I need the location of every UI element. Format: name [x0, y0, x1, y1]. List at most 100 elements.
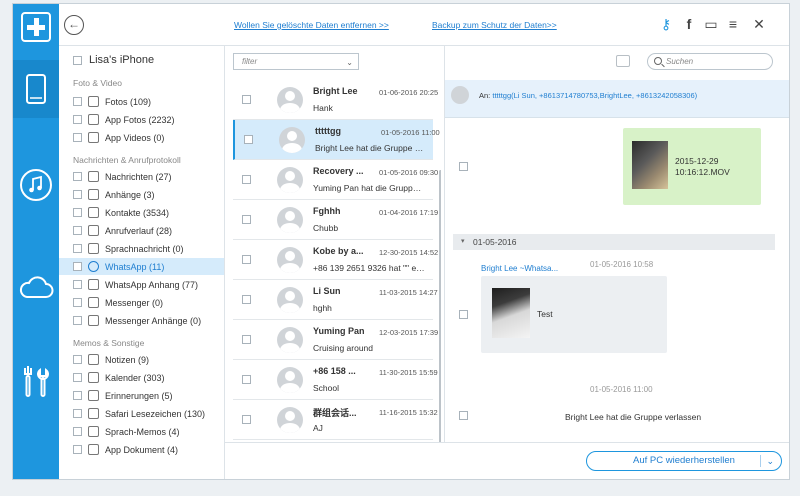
checkbox[interactable] — [73, 133, 82, 142]
tree-item-calendar[interactable]: Kalender (303) — [59, 369, 224, 386]
conversation-row[interactable]: Fghhh 01-04-2016 17:19 Chubb — [233, 200, 438, 240]
row-checkbox[interactable] — [242, 375, 251, 384]
checkbox[interactable] — [73, 97, 82, 106]
tree-item-whatsapp-attachments[interactable]: WhatsApp Anhang (77) — [59, 276, 224, 293]
menu-icon[interactable]: ≡ — [724, 15, 742, 33]
image-thumbnail[interactable] — [492, 288, 530, 338]
tree-item-call-history[interactable]: Anrufverlauf (28) — [59, 222, 224, 239]
checkbox[interactable] — [73, 280, 82, 289]
app-window: ← Wollen Sie gelöschte Daten entfernen >… — [12, 3, 790, 480]
message-icon — [88, 171, 99, 182]
message-checkbox[interactable] — [459, 162, 468, 171]
device-nav-button[interactable] — [13, 60, 59, 118]
row-checkbox[interactable] — [244, 135, 253, 144]
tree-item-photos[interactable]: Fotos (109) — [59, 93, 224, 110]
tree-item-voice-memos[interactable]: Sprach-Memos (4) — [59, 423, 224, 440]
tools-nav-button[interactable] — [13, 352, 59, 410]
checkbox[interactable] — [73, 298, 82, 307]
checkbox[interactable] — [73, 226, 82, 235]
conversation-row[interactable]: Recovery ... 01-05-2016 09:30 Yuming Pan… — [233, 160, 438, 200]
chat-icon[interactable]: ▭ — [702, 15, 720, 33]
conversation-preview: Yuming Pan hat die Gruppe verl... — [313, 183, 425, 193]
checkbox[interactable] — [73, 262, 82, 271]
chevron-down-icon[interactable]: ⌄ — [766, 452, 774, 470]
checkbox[interactable] — [73, 373, 82, 382]
device-row[interactable]: Lisa's iPhone — [73, 54, 154, 66]
messenger-icon — [88, 297, 99, 308]
checkbox[interactable] — [73, 409, 82, 418]
tree-item-contacts[interactable]: Kontakte (3534) — [59, 204, 224, 221]
message-sender: Bright Lee ~Whatsa... — [481, 264, 559, 273]
conversation-row[interactable]: Yuming Pan 12-03-2015 17:39 Cruising aro… — [233, 320, 438, 360]
app-photos-icon — [88, 114, 99, 125]
tree-item-messages[interactable]: Nachrichten (27) — [59, 168, 224, 185]
video-thumbnail[interactable] — [632, 141, 668, 189]
checkbox[interactable] — [73, 445, 82, 454]
row-checkbox[interactable] — [242, 255, 251, 264]
conversation-row[interactable]: 群组会话... 11-16-2015 15:32 AJ — [233, 400, 438, 440]
close-icon[interactable]: ✕ — [750, 15, 768, 33]
key-icon[interactable]: ⚷ — [657, 15, 675, 33]
cloud-nav-button[interactable] — [13, 258, 59, 316]
filter-dropdown[interactable]: filter ⌄ — [233, 53, 359, 70]
row-checkbox[interactable] — [242, 175, 251, 184]
row-checkbox[interactable] — [242, 215, 251, 224]
conversation-preview: +86 139 2651 9326 hat "" ers... — [313, 263, 425, 273]
list-scrollbar[interactable] — [439, 170, 441, 442]
restore-to-pc-button[interactable]: Auf PC wiederherstellen ⌄ — [586, 451, 782, 471]
tree-item-app-photos[interactable]: App Fotos (2232) — [59, 111, 224, 128]
incoming-media-message[interactable]: Test — [481, 276, 667, 353]
search-input[interactable]: Suchen — [647, 53, 773, 70]
tree-item-label: Anrufverlauf (28) — [105, 225, 173, 236]
conversation-row[interactable]: Bright Lee 01-06-2016 20:25 Hank — [233, 80, 438, 120]
conversation-row[interactable]: Li Sun 11-03-2015 14:27 hghh — [233, 280, 438, 320]
delete-data-link[interactable]: Wollen Sie gelöschte Daten entfernen >> — [234, 20, 389, 30]
device-checkbox[interactable] — [73, 55, 82, 65]
phone-icon — [26, 74, 46, 104]
row-checkbox[interactable] — [242, 295, 251, 304]
music-nav-button[interactable] — [13, 156, 59, 214]
conversation-row[interactable]: +86 158 ... 11-30-2015 15:59 School — [233, 360, 438, 400]
tree-item-messenger[interactable]: Messenger (0) — [59, 294, 224, 311]
contacts-icon — [88, 207, 99, 218]
tree-item-app-videos[interactable]: App Videos (0) — [59, 129, 224, 146]
tree-item-voicemail[interactable]: Sprachnachricht (0) — [59, 240, 224, 257]
video-icon — [88, 132, 99, 143]
checkbox[interactable] — [73, 244, 82, 253]
checkbox[interactable] — [73, 115, 82, 124]
checkbox[interactable] — [73, 208, 82, 217]
tree-item-notes[interactable]: Notizen (9) — [59, 351, 224, 368]
device-name: Lisa's iPhone — [89, 54, 155, 66]
tree-item-reminders[interactable]: Erinnerungen (5) — [59, 387, 224, 404]
tree-item-safari-bookmarks[interactable]: Safari Lesezeichen (130) — [59, 405, 224, 422]
conversation-name: Yuming Pan — [313, 326, 365, 336]
checkbox[interactable] — [73, 427, 82, 436]
checkbox[interactable] — [73, 172, 82, 181]
row-checkbox[interactable] — [242, 95, 251, 104]
search-placeholder: Suchen — [666, 57, 694, 66]
section-title-messages: Nachrichten & Anrufprotokoll — [73, 155, 181, 165]
message-checkbox[interactable] — [459, 411, 468, 420]
tree-item-messenger-attachments[interactable]: Messenger Anhänge (0) — [59, 312, 224, 329]
recipients-line: An: tttttgg(Li Sun, +8613714780753,Brigh… — [479, 91, 697, 100]
facebook-icon[interactable]: f — [680, 15, 698, 33]
message-checkbox[interactable] — [459, 310, 468, 319]
tree-item-attachments[interactable]: Anhänge (3) — [59, 186, 224, 203]
row-checkbox[interactable] — [242, 415, 251, 424]
checkbox[interactable] — [73, 316, 82, 325]
outgoing-media-message[interactable]: 2015-12-29 10:16:12.MOV — [623, 128, 761, 205]
tree-item-app-documents[interactable]: App Dokument (4) — [59, 441, 224, 458]
back-button[interactable]: ← — [64, 15, 84, 35]
backup-link[interactable]: Backup zum Schutz der Daten>> — [432, 20, 557, 30]
checkbox[interactable] — [73, 190, 82, 199]
whatsapp-icon — [88, 261, 99, 272]
checkbox[interactable] — [73, 391, 82, 400]
row-checkbox[interactable] — [242, 335, 251, 344]
top-bar: ← Wollen Sie gelöschte Daten entfernen >… — [59, 4, 789, 46]
conversation-row-selected[interactable]: tttttgg 01-05-2016 11:00 Bright Lee hat … — [233, 120, 440, 160]
date-separator[interactable]: ▾ 01-05-2016 — [453, 234, 775, 250]
checkbox[interactable] — [73, 355, 82, 364]
tree-item-whatsapp[interactable]: WhatsApp (11) — [59, 258, 224, 275]
print-icon[interactable] — [616, 55, 630, 67]
conversation-row[interactable]: Kobe by a... 12-30-2015 14:52 +86 139 26… — [233, 240, 438, 280]
